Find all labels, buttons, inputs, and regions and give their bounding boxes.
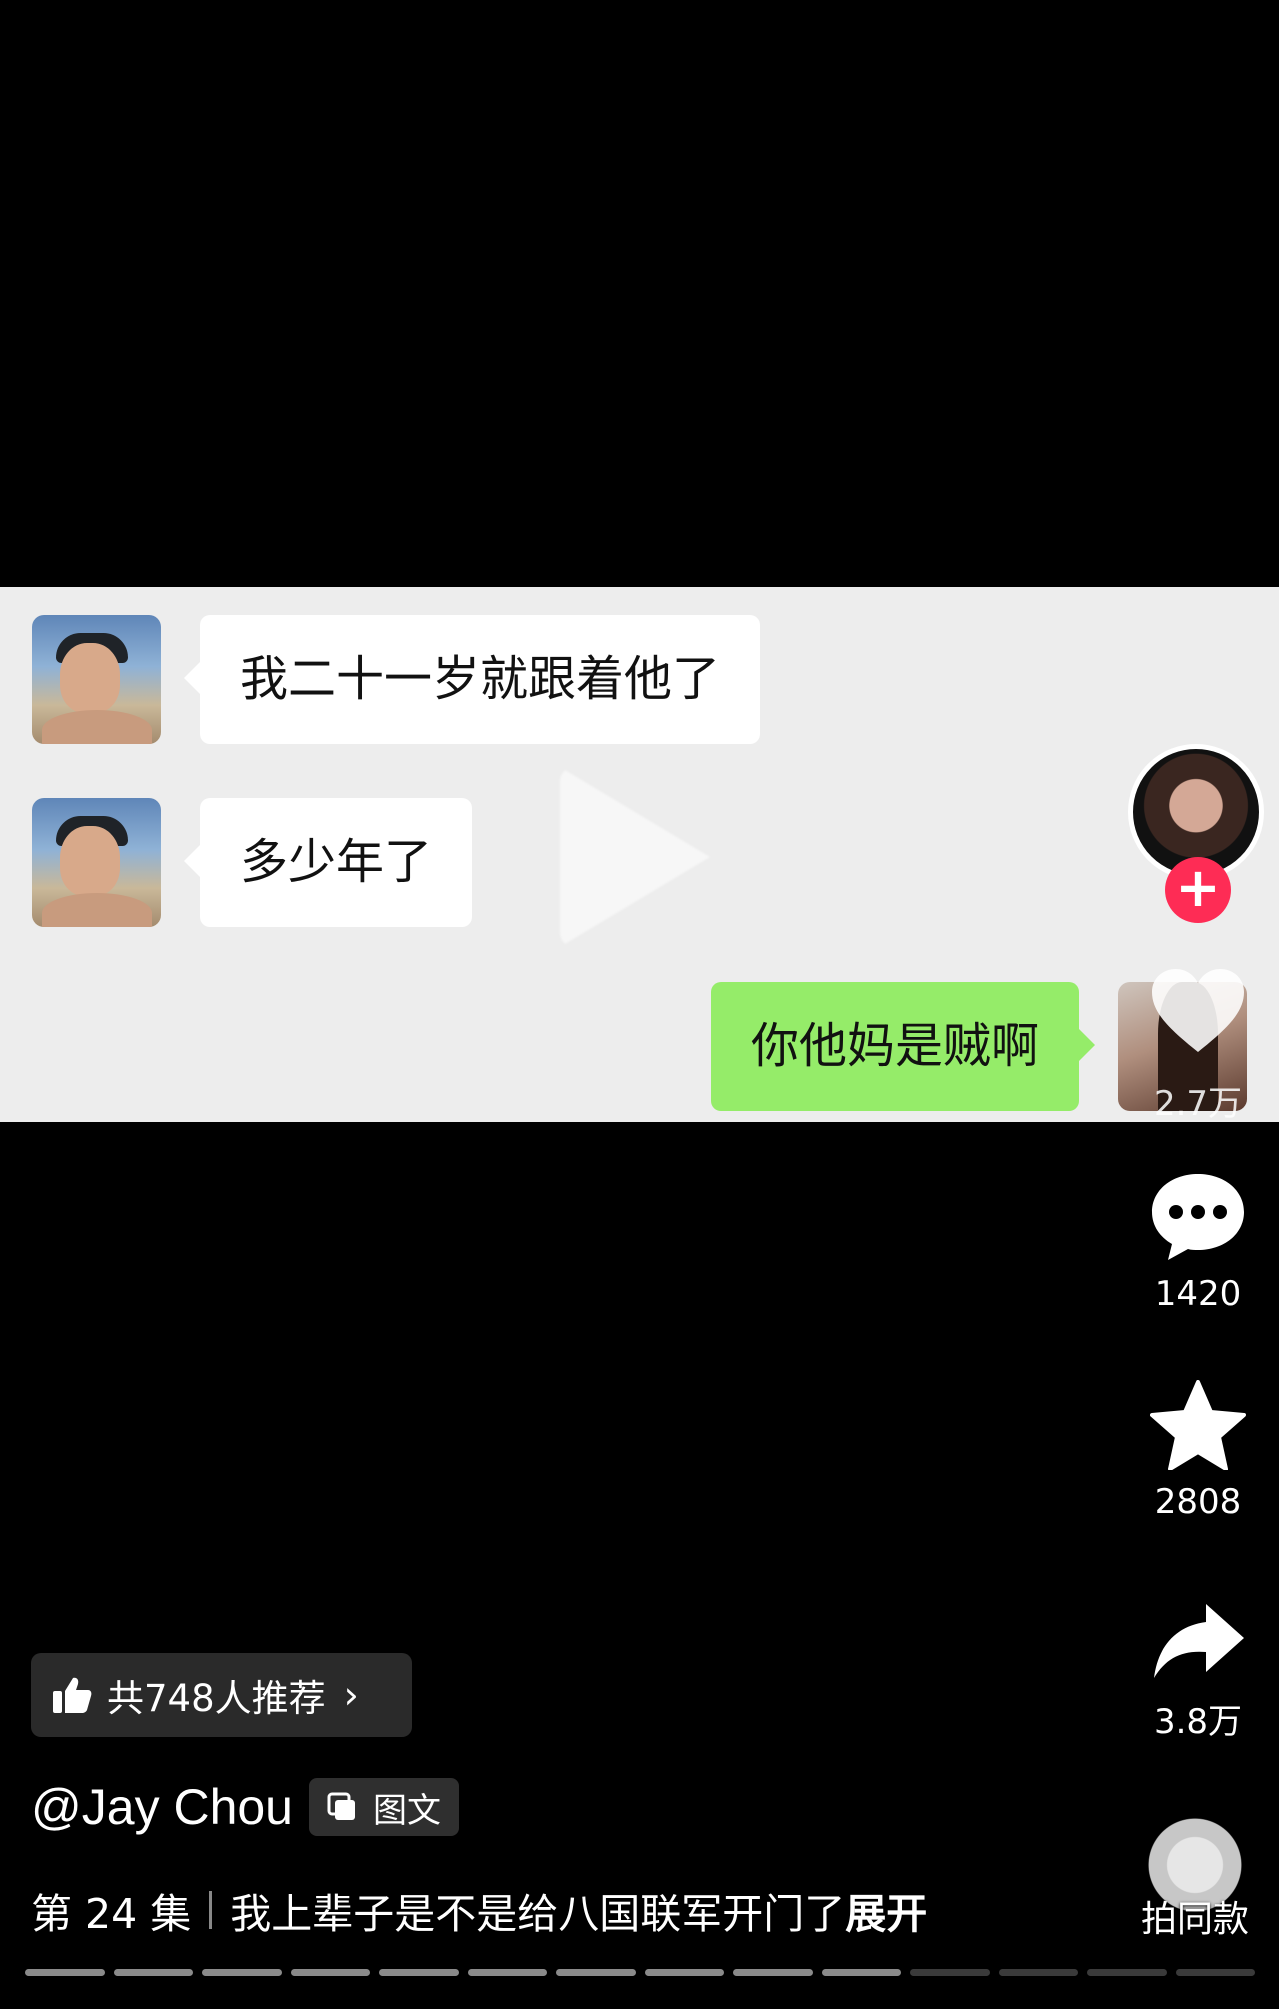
divider [209,1891,213,1929]
progress-segment [25,1969,105,1976]
thumbs-up-icon [53,1677,92,1713]
expand-link[interactable]: 展开 [845,1880,927,1940]
share-button[interactable]: 3.8万 [1140,1600,1256,1743]
images-icon [327,1792,355,1820]
comment-icon [1152,1174,1244,1260]
comment-button[interactable]: 1420 [1140,1170,1256,1314]
progress-segment [733,1969,813,1976]
progress-segment [821,1969,901,1976]
progress-segment [379,1969,459,1976]
like-count: 2.7万 [1153,1084,1243,1124]
progress-segment [556,1969,636,1976]
play-icon [560,767,710,947]
progress-segment [290,1969,370,1976]
author-name[interactable]: @Jay Chou [31,1778,293,1836]
progress-segment [644,1969,724,1976]
episode-progress [25,1969,1255,1976]
shoot-same-label[interactable]: 拍同款 [1130,1890,1260,1942]
chat-bubble: 多少年了 [183,798,473,927]
star-icon [1150,1380,1246,1471]
favorite-button[interactable]: 2808 [1140,1380,1256,1522]
progress-segment [1175,1969,1255,1976]
progress-segment [1087,1969,1167,1976]
chat-avatar [32,798,161,927]
share-count: 3.8万 [1153,1702,1243,1742]
follow-button[interactable]: + [1165,857,1231,923]
chevron-right-icon: › [343,1673,359,1717]
progress-segment [998,1969,1078,1976]
post-type-label: 图文 [373,1790,441,1831]
author-row: @Jay Chou 图文 [31,1778,459,1836]
share-icon [1154,1604,1244,1678]
episode-label: 第 24 集 [31,1890,192,1938]
progress-segment [113,1969,193,1976]
progress-segment [467,1969,547,1976]
favorite-count: 2808 [1154,1482,1242,1522]
heart-icon[interactable] [1148,966,1248,1056]
chat-bubble: 我二十一岁就跟着他了 [183,615,761,744]
post-type-badge: 图文 [309,1778,459,1836]
chat-message: 多少年了 [32,798,473,927]
caption: 第 24 集 我上辈子是不是给八国联军开门了 展开 [31,1880,927,1940]
chat-bubble: 你他妈是贼啊 [710,982,1096,1111]
chat-message: 我二十一岁就跟着他了 [32,615,761,744]
caption-text: 我上辈子是不是给八国联军开门了 [230,1890,846,1938]
chat-screenshot: 我二十一岁就跟着他了 多少年了 你他妈是贼啊 [0,587,1279,1122]
recommend-label: 共748人推荐 [107,1677,326,1720]
recommend-chip[interactable]: 共748人推荐 › [31,1653,412,1737]
progress-segment [910,1969,990,1976]
comment-count: 1420 [1154,1274,1242,1314]
chat-avatar [32,615,161,744]
progress-segment [202,1969,282,1976]
